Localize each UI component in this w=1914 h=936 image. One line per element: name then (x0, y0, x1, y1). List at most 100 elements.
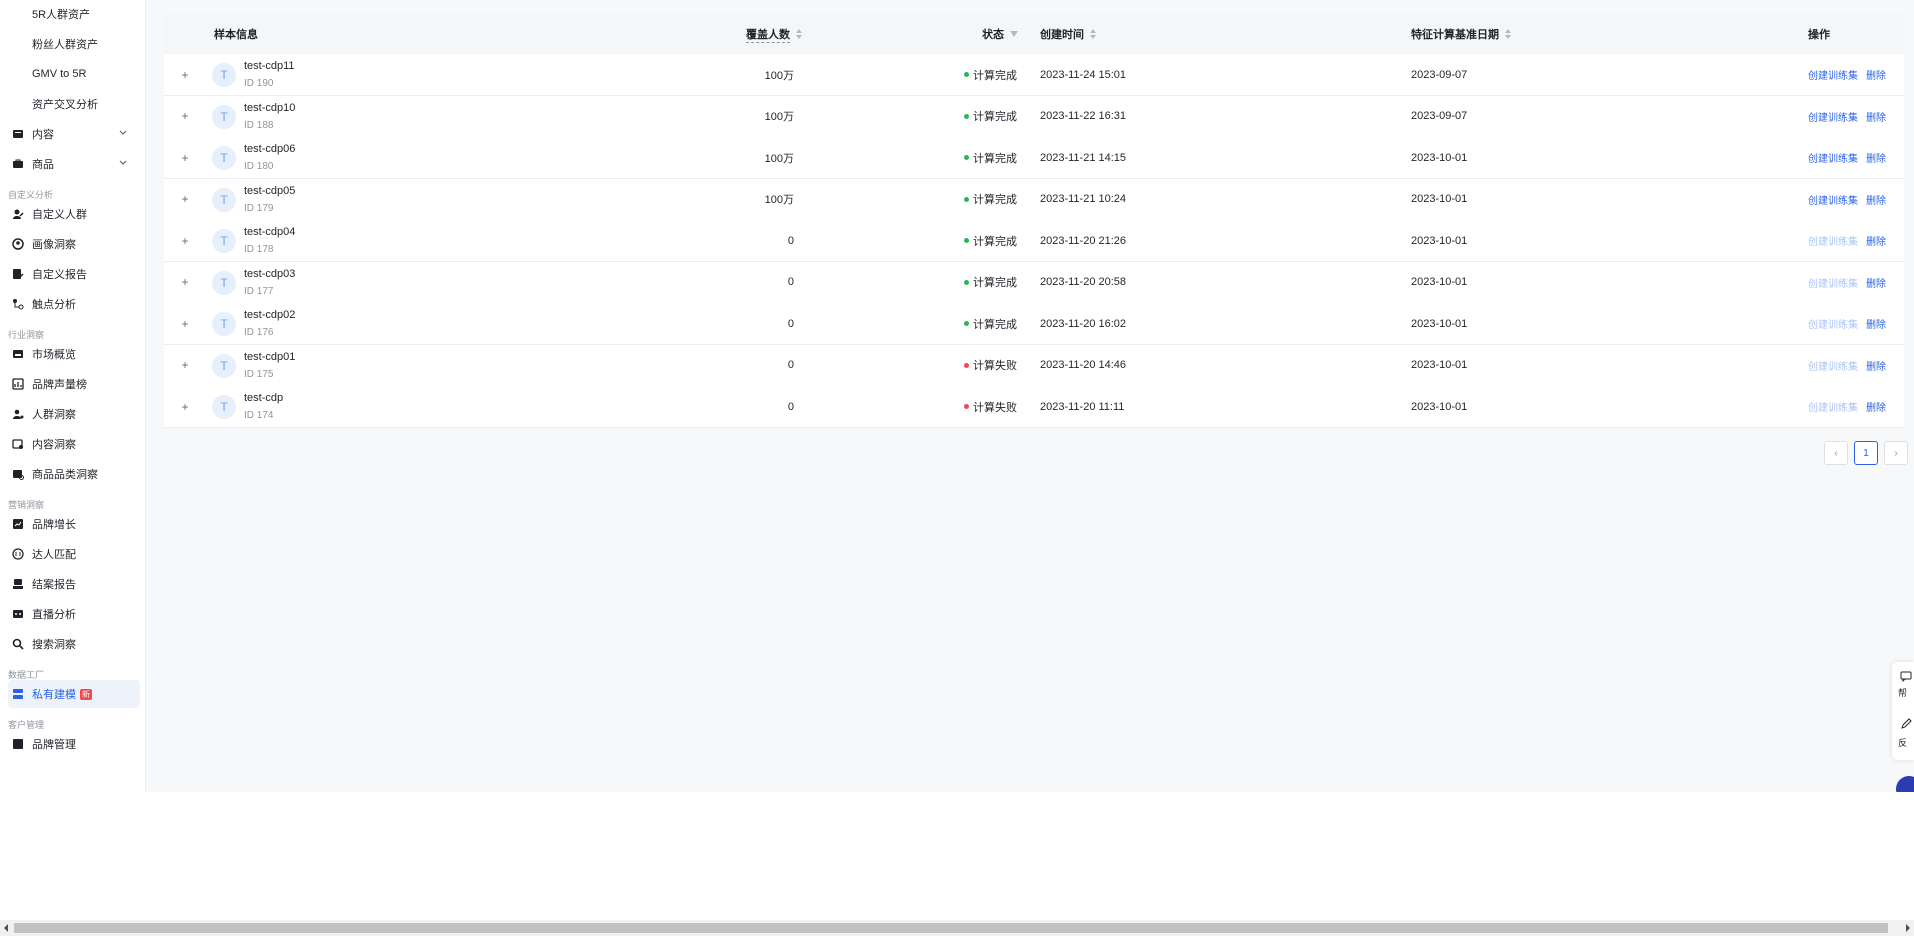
header-basedate[interactable]: 特征计算基准日期 (1411, 14, 1511, 54)
scrollbar-thumb[interactable] (14, 923, 1888, 933)
create-training-set-link: 创建训练集 (1808, 320, 1858, 331)
sidebar-item[interactable]: 市场概览 (8, 340, 140, 368)
header-status[interactable]: 状态 (982, 14, 1018, 54)
sidebar-item[interactable]: 自定义人群 (8, 200, 140, 228)
sort-icon[interactable] (1090, 29, 1096, 39)
sample-id: ID 177 (244, 285, 274, 297)
delete-link[interactable]: 删除 (1866, 399, 1886, 414)
sidebar-subitem[interactable]: GMV to 5R (8, 60, 140, 88)
filter-icon[interactable] (1010, 31, 1018, 37)
sidebar-item[interactable]: 人群洞察 (8, 400, 140, 428)
create-training-set-link[interactable]: 创建训练集 (1808, 109, 1858, 124)
sample-info: test-cdp ID 174 (244, 391, 283, 423)
sidebar-item[interactable]: 自定义报告 (8, 260, 140, 288)
status-dot (964, 196, 969, 202)
sidebar-item[interactable]: 搜索洞察 (8, 630, 140, 658)
sidebar-item[interactable]: 内容洞察 (8, 430, 140, 458)
match-icon (12, 548, 24, 560)
sort-icon[interactable] (796, 29, 802, 39)
expand-row-button[interactable]: + (180, 262, 190, 303)
expand-row-button[interactable]: + (180, 345, 190, 386)
edit-icon[interactable] (1900, 718, 1912, 730)
expand-row-button[interactable]: + (180, 137, 190, 178)
feedback-label[interactable]: 反 (1898, 736, 1914, 749)
expand-row-button[interactable]: + (180, 96, 190, 137)
scroll-left-icon[interactable] (4, 924, 8, 932)
header-cover[interactable]: 覆盖人数 (746, 14, 802, 54)
expand-row-button[interactable]: + (180, 54, 190, 95)
sidebar-item[interactable]: 直播分析 (8, 600, 140, 628)
sidebar-item[interactable]: 品牌增长 (8, 510, 140, 538)
sidebar-item[interactable]: 结案报告 (8, 570, 140, 598)
create-training-set-link[interactable]: 创建训练集 (1808, 67, 1858, 82)
sample-id: ID 174 (244, 410, 274, 421)
header-created[interactable]: 创建时间 (1040, 14, 1096, 54)
delete-link[interactable]: 删除 (1866, 67, 1886, 82)
status-dot (964, 362, 969, 368)
sidebar-item-label: 自定义人群 (32, 209, 87, 221)
status-text: 计算失败 (973, 401, 1017, 414)
sidebar-item[interactable]: 品牌管理 (8, 730, 140, 758)
base-date: 2023-10-01 (1411, 317, 1468, 330)
next-page-button[interactable]: › (1884, 441, 1908, 465)
sidebar-item-label: 资产交叉分析 (32, 99, 98, 111)
sidebar-subitem[interactable]: 资产交叉分析 (8, 90, 140, 118)
sidebar-menu-1[interactable]: 商品 (8, 150, 140, 178)
main-content: 样本信息 覆盖人数 状态 创建时间 特征计算基准日期 操作 + T test-c… (146, 0, 1914, 792)
sidebar-item[interactable]: 触点分析 (8, 290, 140, 318)
delete-link[interactable]: 删除 (1866, 150, 1886, 165)
delete-link[interactable]: 删除 (1866, 109, 1886, 124)
horizontal-scrollbar[interactable] (0, 920, 1914, 936)
sidebar-item-label: 画像洞察 (32, 239, 76, 251)
created-time: 2023-11-20 14:46 (1040, 359, 1127, 371)
help-label[interactable]: 帮 (1898, 686, 1914, 699)
sidebar-item[interactable]: 商品品类洞察 (8, 460, 140, 488)
row-actions: 创建训练集 删除 (1808, 220, 1904, 261)
sidebar-item-label: 商品品类洞察 (32, 469, 98, 481)
delete-link[interactable]: 删除 (1866, 358, 1886, 373)
chevron-down-icon[interactable] (118, 158, 128, 168)
scroll-right-icon[interactable] (1906, 924, 1910, 932)
delete-link[interactable]: 删除 (1866, 316, 1886, 331)
sidebar-item-label: 内容 (32, 129, 54, 141)
sample-id: ID 175 (244, 368, 274, 380)
message-icon[interactable] (1900, 670, 1912, 682)
create-training-set-link[interactable]: 创建训练集 (1808, 150, 1858, 165)
row-actions: 创建训练集 删除 (1808, 54, 1904, 95)
base-date: 2023-09-07 (1411, 68, 1468, 81)
create-training-set-link[interactable]: 创建训练集 (1808, 192, 1858, 207)
sidebar-item-label: 品牌声量榜 (32, 379, 87, 391)
sample-id: ID 178 (244, 244, 274, 255)
sidebar-item[interactable]: 达人匹配 (8, 540, 140, 568)
delete-link[interactable]: 删除 (1866, 192, 1886, 207)
content-icon (12, 128, 24, 140)
prev-page-button[interactable]: ‹ (1824, 441, 1848, 465)
table-row: + T test-cdp03 ID 177 0 计算完成 2023-11-20 … (164, 261, 1904, 304)
sidebar-item-label: 搜索洞察 (32, 639, 76, 651)
expand-row-button[interactable]: + (180, 386, 190, 427)
delete-link[interactable]: 删除 (1866, 233, 1886, 248)
sidebar-item[interactable]: 私有建模新 (8, 680, 140, 708)
sidebar-menu-0[interactable]: 内容 (8, 120, 140, 148)
table-row: + T test-cdp05 ID 179 100万 计算完成 2023-11-… (164, 178, 1904, 221)
sidebar-item[interactable]: 品牌声量榜 (8, 370, 140, 398)
status-dot (964, 72, 969, 77)
cover-count: 100万 (764, 69, 794, 82)
expand-row-button[interactable]: + (180, 303, 190, 344)
new-badge: 新 (80, 688, 92, 700)
chevron-down-icon[interactable] (118, 128, 128, 138)
assistant-avatar[interactable] (1896, 776, 1914, 792)
delete-link[interactable]: 删除 (1866, 275, 1886, 290)
sidebar-subitem[interactable]: 5R人群资产 (8, 0, 140, 28)
created-time: 2023-11-20 21:26 (1040, 234, 1127, 247)
sample-info: test-cdp10 ID 188 (244, 101, 295, 133)
status-dot (964, 404, 969, 409)
page-button-current[interactable]: 1 (1854, 441, 1878, 465)
sidebar-item-label: 5R人群资产 (32, 9, 91, 21)
sidebar-subitem[interactable]: 粉丝人群资产 (8, 30, 140, 58)
expand-row-button[interactable]: + (180, 220, 190, 261)
expand-row-button[interactable]: + (180, 179, 190, 220)
sort-icon[interactable] (1505, 29, 1511, 39)
sidebar-item[interactable]: 画像洞察 (8, 230, 140, 258)
base-date: 2023-10-01 (1411, 359, 1468, 371)
